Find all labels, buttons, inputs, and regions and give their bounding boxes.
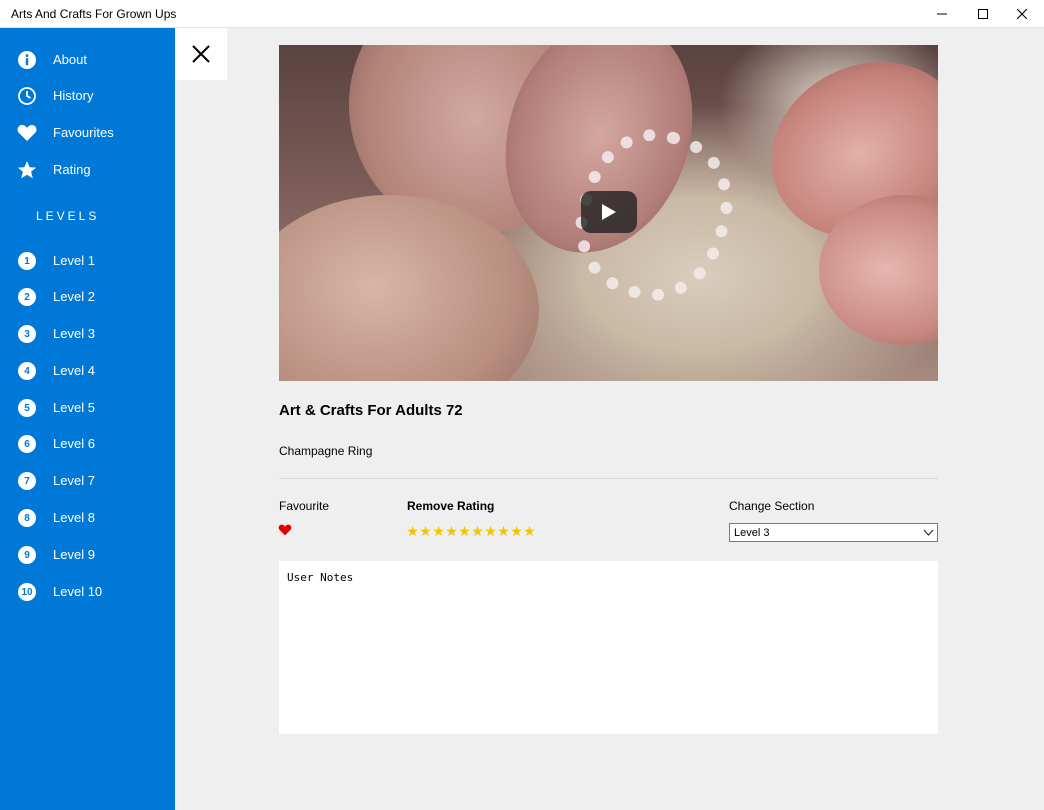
- user-notes-input[interactable]: User Notes: [279, 561, 938, 734]
- sidebar-item-level-10[interactable]: 10 Level 10: [0, 574, 175, 608]
- section-select[interactable]: Level 3: [729, 523, 938, 542]
- close-icon: [192, 45, 210, 63]
- sidebar-item-level-8[interactable]: 8 Level 8: [0, 500, 175, 534]
- sidebar-item-label: History: [53, 88, 94, 103]
- sidebar-item-label: Favourites: [53, 125, 114, 140]
- star-icon[interactable]: ★: [510, 523, 523, 539]
- maximize-button[interactable]: [963, 0, 1003, 28]
- window-close-button[interactable]: [1002, 0, 1042, 28]
- star-icon: [17, 160, 37, 180]
- sidebar-item-label: Level 5: [53, 400, 95, 415]
- heart-icon: [278, 524, 292, 536]
- sidebar-item-label: Level 6: [53, 436, 95, 451]
- window-title: Arts And Crafts For Grown Ups: [11, 7, 177, 21]
- sidebar-item-level-6[interactable]: 6 Level 6: [0, 426, 175, 460]
- number-badge-icon: 10: [17, 582, 37, 602]
- sidebar-item-level-5[interactable]: 5 Level 5: [0, 390, 175, 424]
- user-notes-text: User Notes: [287, 571, 354, 584]
- star-icon[interactable]: ★: [432, 523, 445, 539]
- section-select-value: Level 3: [734, 527, 770, 539]
- sidebar-item-label: Rating: [53, 162, 91, 177]
- item-title: Art & Crafts For Adults 72: [279, 402, 463, 419]
- number-badge-icon: 1: [17, 251, 37, 271]
- sidebar-item-rating[interactable]: Rating: [0, 152, 175, 186]
- sidebar-item-favourites[interactable]: Favourites: [0, 115, 175, 149]
- sidebar-item-history[interactable]: History: [0, 78, 175, 112]
- chevron-down-icon: [923, 529, 934, 536]
- title-bar: Arts And Crafts For Grown Ups: [0, 0, 1044, 28]
- star-icon[interactable]: ★: [458, 523, 471, 539]
- remove-rating-button[interactable]: Remove Rating: [407, 499, 494, 513]
- number-badge-icon: 8: [17, 508, 37, 528]
- sidebar-item-label: Level 9: [53, 547, 95, 562]
- close-detail-button[interactable]: [175, 28, 227, 80]
- number-badge-icon: 2: [17, 287, 37, 307]
- star-icon[interactable]: ★: [484, 523, 497, 539]
- minimize-button[interactable]: [922, 0, 962, 28]
- sidebar-item-label: Level 3: [53, 326, 95, 341]
- sidebar-item-label: Level 7: [53, 473, 95, 488]
- maximize-icon: [978, 9, 988, 19]
- sidebar-item-level-4[interactable]: 4 Level 4: [0, 353, 175, 387]
- sidebar-item-label: Level 1: [53, 253, 95, 268]
- close-icon: [1017, 9, 1027, 19]
- number-badge-icon: 5: [17, 398, 37, 418]
- sidebar-item-label: Level 4: [53, 363, 95, 378]
- number-badge-icon: 3: [17, 324, 37, 344]
- sidebar-item-about[interactable]: About: [0, 42, 175, 76]
- star-icon[interactable]: ★: [471, 523, 484, 539]
- star-icon[interactable]: ★: [523, 523, 536, 539]
- star-icon[interactable]: ★: [445, 523, 458, 539]
- sidebar-item-label: About: [53, 52, 87, 67]
- sidebar-item-label: Level 10: [53, 584, 103, 599]
- star-icon[interactable]: ★: [419, 523, 432, 539]
- favourite-toggle[interactable]: [278, 523, 292, 541]
- star-rating[interactable]: ★ ★ ★ ★ ★ ★ ★ ★ ★ ★: [406, 523, 536, 539]
- heart-icon: [17, 123, 37, 143]
- star-icon[interactable]: ★: [406, 523, 419, 539]
- minimize-icon: [937, 13, 947, 15]
- favourite-label: Favourite: [279, 499, 330, 513]
- number-badge-icon: 4: [17, 361, 37, 381]
- change-section-label: Change Section: [729, 499, 815, 513]
- item-subtitle: Champagne Ring: [279, 444, 373, 458]
- sidebar-item-level-3[interactable]: 3 Level 3: [0, 316, 175, 350]
- levels-heading: LEVELS: [36, 209, 100, 223]
- number-badge-icon: 6: [17, 434, 37, 454]
- sidebar-item-level-9[interactable]: 9 Level 9: [0, 537, 175, 571]
- number-badge-icon: 9: [17, 545, 37, 565]
- info-icon: [17, 50, 37, 70]
- divider: [279, 478, 938, 479]
- number-badge-icon: 7: [17, 471, 37, 491]
- clock-icon: [17, 86, 37, 106]
- play-button[interactable]: [581, 191, 637, 233]
- sidebar-item-label: Level 2: [53, 289, 95, 304]
- sidebar-item-level-2[interactable]: 2 Level 2: [0, 279, 175, 313]
- sidebar-item-label: Level 8: [53, 510, 95, 525]
- star-icon[interactable]: ★: [497, 523, 510, 539]
- play-icon: [602, 204, 616, 220]
- video-player[interactable]: [279, 45, 938, 381]
- sidebar: About History Favourites Rating LEVELS 1…: [0, 28, 175, 810]
- sidebar-item-level-7[interactable]: 7 Level 7: [0, 463, 175, 497]
- sidebar-item-level-1[interactable]: 1 Level 1: [0, 243, 175, 277]
